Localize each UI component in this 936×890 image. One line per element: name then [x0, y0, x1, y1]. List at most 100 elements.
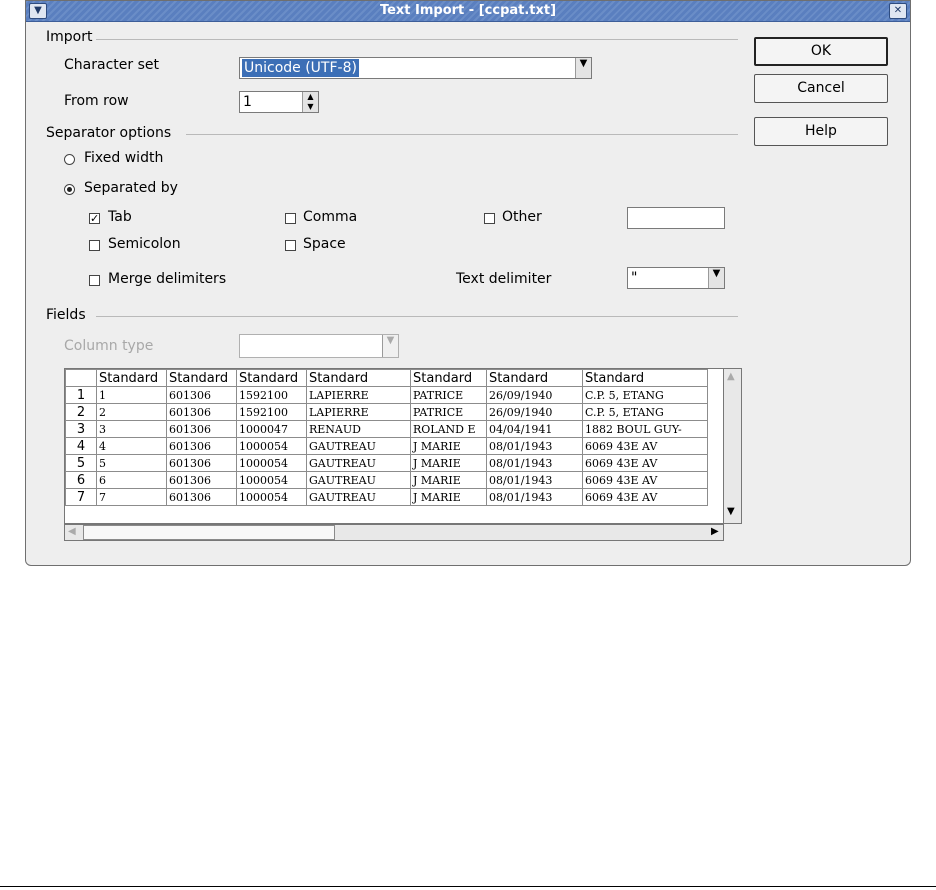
separated-by-label[interactable]: Separated by — [84, 180, 178, 196]
column-header[interactable]: Standard — [486, 369, 583, 387]
ok-button[interactable]: OK — [754, 37, 888, 66]
row-header[interactable]: 5 — [65, 454, 97, 472]
row-header[interactable]: 2 — [65, 403, 97, 421]
horizontal-scrollbar[interactable]: ◀ ▶ — [64, 524, 724, 541]
fixed-width-radio[interactable] — [64, 154, 75, 165]
bottom-divider — [0, 886, 936, 887]
preview-table: Standard Standard Standard Standard Standard… — [65, 369, 708, 506]
table-cell: J MARIE — [410, 454, 487, 472]
text-delimiter-select[interactable]: " ▼ — [627, 267, 725, 289]
comma-checkbox[interactable] — [285, 213, 296, 224]
table-cell: 601306 — [166, 420, 237, 438]
space-label[interactable]: Space — [303, 236, 346, 252]
semicolon-checkbox[interactable] — [89, 240, 100, 251]
space-checkbox[interactable] — [285, 240, 296, 251]
table-cell: GAUTREAU — [306, 488, 411, 506]
semicolon-label[interactable]: Semicolon — [108, 236, 181, 252]
tab-label[interactable]: Tab — [108, 209, 132, 225]
table-cell: 1882 BOUL GUY- — [582, 420, 708, 438]
comma-label[interactable]: Comma — [303, 209, 357, 225]
row-header[interactable]: 4 — [65, 437, 97, 455]
from-row-value: 1 — [243, 94, 252, 110]
horizontal-scroll-thumb[interactable] — [83, 525, 335, 540]
vertical-scrollbar[interactable]: ▲ ▼ — [724, 368, 742, 524]
close-icon[interactable]: ✕ — [889, 3, 907, 19]
column-header[interactable]: Standard — [166, 369, 237, 387]
other-checkbox[interactable] — [484, 213, 495, 224]
table-cell: GAUTREAU — [306, 471, 411, 489]
other-label[interactable]: Other — [502, 209, 542, 225]
table-cell: J MARIE — [410, 471, 487, 489]
column-header[interactable]: Standard — [236, 369, 307, 387]
cancel-button[interactable]: Cancel — [754, 74, 888, 103]
table-cell: 6 — [96, 471, 167, 489]
import-section-label: Import — [46, 29, 97, 45]
tab-checkbox[interactable]: ✓ — [89, 213, 100, 224]
table-cell: 08/01/1943 — [486, 454, 583, 472]
row-header[interactable]: 1 — [65, 386, 97, 404]
column-type-label: Column type — [64, 338, 154, 354]
table-cell: 1592100 — [236, 403, 307, 421]
table-cell: 26/09/1940 — [486, 403, 583, 421]
row-header[interactable]: 7 — [65, 488, 97, 506]
table-cell: 4 — [96, 437, 167, 455]
scroll-up-icon[interactable]: ▲ — [727, 371, 735, 382]
merge-delimiters-checkbox[interactable] — [89, 275, 100, 286]
merge-delimiters-label[interactable]: Merge delimiters — [108, 271, 226, 287]
from-row-label: From row — [64, 93, 129, 109]
spin-arrows-icon[interactable]: ▲ ▼ — [302, 92, 318, 112]
table-cell: LAPIERRE — [306, 386, 411, 404]
table-row: 2 2 601306 1592100 LAPIERRE PATRICE 26/09/1940… — [65, 403, 708, 421]
fields-separator-line — [96, 316, 738, 317]
scroll-left-icon[interactable]: ◀ — [68, 526, 76, 537]
column-type-select[interactable]: ▼ — [239, 334, 399, 358]
table-row: 3 3 601306 1000047 RENAUD ROLAND E 04/04/1941 1… — [65, 420, 708, 438]
import-separator-line — [96, 39, 738, 40]
table-cell: 08/01/1943 — [486, 437, 583, 455]
scroll-right-icon[interactable]: ▶ — [711, 526, 719, 537]
table-cell: 601306 — [166, 403, 237, 421]
table-cell: 1 — [96, 386, 167, 404]
table-cell: 601306 — [166, 454, 237, 472]
table-row: 7 7 601306 1000054 GAUTREAU J MARIE 08/01/1943… — [65, 488, 708, 506]
table-cell: 7 — [96, 488, 167, 506]
column-header[interactable]: Standard — [582, 369, 708, 387]
table-cell: 1000054 — [236, 454, 307, 472]
table-cell: 1592100 — [236, 386, 307, 404]
separator-section-label: Separator options — [46, 125, 176, 141]
table-cell: 6069 43E AV — [582, 471, 708, 489]
scroll-down-icon[interactable]: ▼ — [727, 506, 735, 517]
table-cell: C.P. 5, ETANG — [582, 386, 708, 404]
table-cell: 04/04/1941 — [486, 420, 583, 438]
table-cell: 5 — [96, 454, 167, 472]
table-cell: 601306 — [166, 386, 237, 404]
table-cell: ROLAND E — [410, 420, 487, 438]
column-header[interactable]: Standard — [410, 369, 487, 387]
from-row-spinner[interactable]: 1 ▲ ▼ — [239, 91, 319, 113]
table-cell: 1000047 — [236, 420, 307, 438]
table-cell: 2 — [96, 403, 167, 421]
table-cell: 6069 43E AV — [582, 454, 708, 472]
preview-grid[interactable]: Standard Standard Standard Standard Standard… — [64, 368, 724, 524]
table-cell: J MARIE — [410, 437, 487, 455]
table-cell: 601306 — [166, 471, 237, 489]
help-button[interactable]: Help — [754, 117, 888, 146]
table-cell: 6069 43E AV — [582, 488, 708, 506]
character-set-label: Character set — [64, 57, 159, 73]
other-input[interactable] — [627, 207, 725, 229]
table-cell: 601306 — [166, 488, 237, 506]
column-header[interactable]: Standard — [96, 369, 167, 387]
table-row: 1 1 601306 1592100 LAPIERRE PATRICE 26/09/1940… — [65, 386, 708, 404]
chevron-down-icon[interactable]: ▼ — [708, 268, 724, 288]
chevron-down-icon[interactable]: ▼ — [575, 58, 591, 78]
row-header[interactable]: 3 — [65, 420, 97, 438]
column-header[interactable]: Standard — [306, 369, 411, 387]
table-cell: GAUTREAU — [306, 437, 411, 455]
table-cell: 3 — [96, 420, 167, 438]
row-header[interactable]: 6 — [65, 471, 97, 489]
chevron-down-icon[interactable]: ▼ — [382, 335, 398, 357]
character-set-select[interactable]: Unicode (UTF-8) ▼ — [239, 57, 592, 79]
chevron-down-icon[interactable]: ▼ — [29, 3, 47, 19]
separated-by-radio[interactable] — [64, 184, 75, 195]
fixed-width-label[interactable]: Fixed width — [84, 150, 163, 166]
